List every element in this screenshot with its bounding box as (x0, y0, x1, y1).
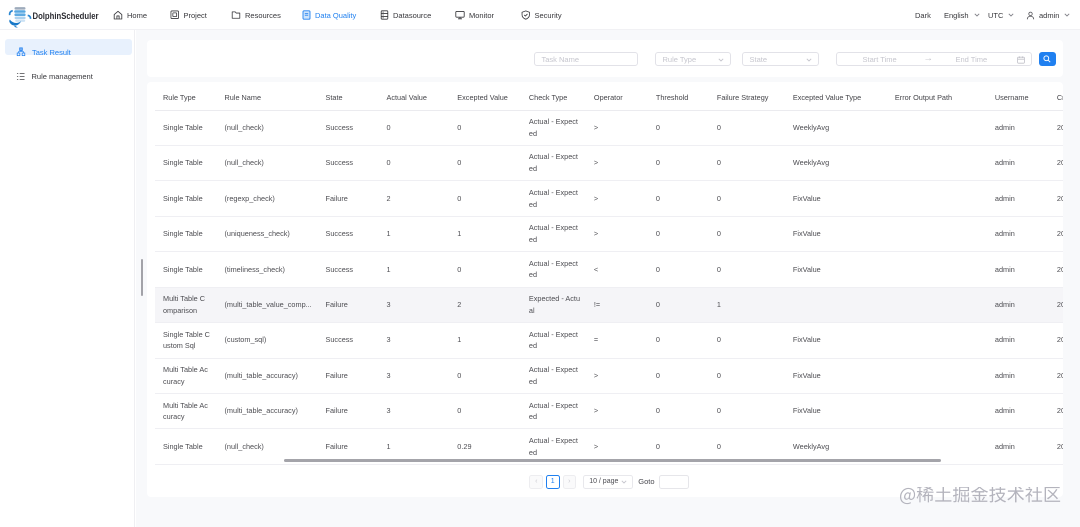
svg-text:DolphinScheduler: DolphinScheduler (33, 11, 99, 21)
